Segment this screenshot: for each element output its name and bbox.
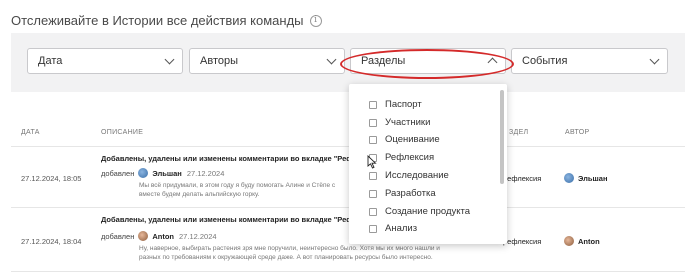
checkbox[interactable] [369, 224, 377, 233]
date-filter-label: Дата [38, 55, 63, 67]
row-section: рефлексия [503, 174, 542, 183]
mouse-cursor-icon [367, 155, 377, 169]
dropdown-option-label: Оценивание [385, 134, 440, 145]
dropdown-option-passport[interactable]: Паспорт [369, 99, 422, 110]
checkbox[interactable] [369, 171, 377, 180]
avatar [138, 231, 149, 241]
checkbox[interactable] [369, 118, 377, 127]
dropdown-option-label: Паспорт [385, 99, 422, 110]
row-author-name: Эльшан [578, 173, 608, 183]
page-title-text: Отслеживайте в Истории все действия кома… [11, 13, 304, 28]
dropdown-option-label: Исследование [385, 170, 449, 181]
row-user-date: 27.12.2024 [186, 168, 225, 178]
dropdown-option-label: Рефлексия [385, 152, 435, 163]
dropdown-scrollbar[interactable] [500, 90, 504, 184]
checkbox[interactable] [369, 207, 377, 216]
row-user-date: 27.12.2024 [179, 231, 217, 241]
row-comment-line: Ну, наверное, выбирать растения зря мне … [139, 245, 440, 252]
checkbox[interactable] [369, 189, 377, 198]
events-filter-select[interactable]: События [511, 48, 668, 74]
row-comment: Ну, наверное, выбирать растения зря мне … [139, 244, 499, 262]
authors-filter-select[interactable]: Авторы [189, 48, 345, 74]
checkbox[interactable] [369, 100, 377, 109]
row-action-verb: добавлен [101, 231, 135, 241]
row-action-verb: добавлен [101, 168, 135, 178]
row-divider [11, 271, 685, 272]
dropdown-option-label: Создание продукта [385, 206, 471, 217]
row-author-name: Anton [578, 236, 600, 246]
authors-filter-label: Авторы [200, 55, 238, 67]
row-action: добавлен Anton 27.12.2024 [101, 231, 217, 241]
dropdown-option-label: Разработка [385, 188, 436, 199]
chevron-down-icon [164, 54, 175, 65]
dropdown-option-analysis[interactable]: Анализ [369, 223, 417, 234]
page-title: Отслеживайте в Истории все действия кома… [11, 13, 322, 28]
row-author[interactable]: Эльшан [564, 173, 607, 183]
dropdown-option-reflection[interactable]: Рефлексия [369, 152, 434, 163]
dropdown-option-research[interactable]: Исследование [369, 170, 449, 181]
column-header-section[interactable]: ЗДЕЛ [509, 129, 528, 136]
checkbox[interactable] [369, 135, 377, 144]
chevron-down-icon [649, 54, 660, 65]
chevron-down-icon [326, 54, 337, 65]
dropdown-option-assessment[interactable]: Оценивание [369, 134, 440, 145]
row-user-name[interactable]: Эльшан [152, 169, 181, 178]
avatar [138, 168, 149, 178]
dropdown-option-development[interactable]: Разработка [369, 188, 436, 199]
row-action: добавлен Эльшан 27.12.2024 [101, 168, 224, 178]
row-date: 27.12.2024, 18:05 [21, 174, 82, 183]
highlight-annotation-ellipse [340, 49, 514, 79]
row-user-name[interactable]: Anton [152, 232, 174, 241]
row-author[interactable]: Anton [564, 236, 600, 246]
row-divider [11, 207, 685, 208]
dropdown-option-label: Участники [385, 117, 431, 128]
info-icon[interactable] [309, 14, 322, 27]
column-header-author[interactable]: АВТОР [565, 129, 589, 136]
avatar [564, 236, 574, 246]
dropdown-option-product-creation[interactable]: Создание продукта [369, 206, 470, 217]
column-header-date[interactable]: ДАТА [21, 129, 40, 136]
avatar [564, 173, 574, 183]
row-divider [11, 146, 685, 147]
events-filter-label: События [522, 55, 568, 67]
date-filter-select[interactable]: Дата [27, 48, 183, 74]
row-section: рефлексия [503, 237, 542, 246]
dropdown-option-label: Анализ [385, 223, 418, 234]
row-comment-line: разных по требованиям к окружающей среде… [139, 254, 433, 261]
column-header-description[interactable]: ОПИСАНИЕ [101, 129, 143, 136]
dropdown-option-participants[interactable]: Участники [369, 117, 430, 128]
row-date: 27.12.2024, 18:04 [21, 237, 82, 246]
